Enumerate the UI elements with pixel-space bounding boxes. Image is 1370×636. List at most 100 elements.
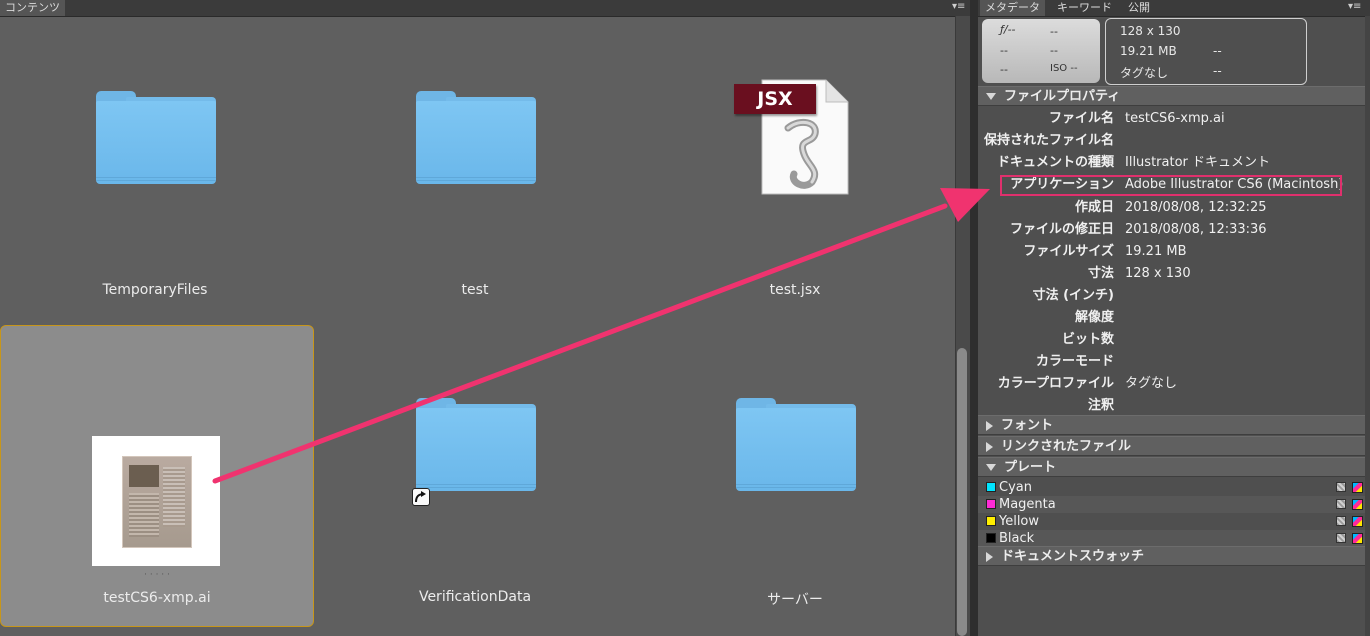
property-row: 寸法 128 x 130 [978, 263, 1370, 285]
item-label: TemporaryFiles [102, 282, 208, 298]
iso-value: ISO -- [1050, 63, 1078, 74]
property-value[interactable]: 128 x 130 [1125, 263, 1191, 285]
plate-preview-icon[interactable] [1336, 499, 1346, 509]
folder-icon [736, 398, 856, 491]
property-key: カラープロファイル [997, 376, 1114, 391]
plate-name: Yellow [999, 514, 1040, 529]
shutter-value: -- [1050, 25, 1058, 38]
property-row: 解像度 [978, 307, 1370, 329]
camera-data-box: ƒ/-- -- -- -- -- ISO -- [982, 19, 1100, 83]
size-value: 19.21 MB [1120, 44, 1177, 58]
property-key: カラーモード [1035, 354, 1114, 369]
grid-item-test[interactable]: test [320, 26, 630, 326]
collapse-triangle-icon [986, 441, 993, 452]
property-value[interactable]: testCS6-xmp.ai [1125, 108, 1225, 130]
tab-keywords[interactable]: キーワード [1052, 0, 1117, 16]
folder-icon [416, 91, 536, 184]
property-row: カラーモード [978, 351, 1370, 373]
item-label: サーバー [767, 592, 823, 608]
property-key: 保持されたファイル名 [983, 133, 1114, 148]
grid-item-server[interactable]: サーバー [640, 325, 950, 625]
content-scrollbar-thumb[interactable] [957, 348, 967, 636]
property-value[interactable]: タグなし [1125, 373, 1177, 395]
property-key: ファイルの修正日 [1009, 222, 1114, 237]
plate-separation-icon[interactable] [1352, 516, 1363, 527]
plate-row-black[interactable]: Black [978, 530, 1370, 547]
panel-divider[interactable] [970, 0, 978, 636]
section-file-properties[interactable]: ファイルプロパティ [978, 86, 1370, 106]
plate-row-magenta[interactable]: Magenta [978, 496, 1370, 513]
property-row: ビット数 [978, 329, 1370, 351]
property-value[interactable]: 2018/08/08, 12:33:36 [1125, 219, 1267, 241]
property-value[interactable]: Illustrator ドキュメント [1125, 152, 1270, 174]
tab-metadata[interactable]: メタデータ [980, 0, 1045, 16]
metadata-panel: メタデータ キーワード 公開 ▾≡ ƒ/-- -- -- -- -- ISO -… [978, 0, 1370, 636]
alias-arrow-icon [412, 488, 430, 506]
panel-menu-icon[interactable]: ▾≡ [1348, 1, 1361, 12]
ai-thumbnail [92, 436, 220, 566]
collapse-triangle-icon [986, 551, 993, 562]
plate-name: Magenta [999, 497, 1056, 512]
plate-preview-icon[interactable] [1336, 533, 1346, 543]
grid-item-testcs6-xmp-ai[interactable]: · · · · · testCS6-xmp.ai [0, 325, 314, 627]
section-plates[interactable]: プレート [978, 457, 1370, 477]
file-info-box: 128 x 130 19.21 MB -- タグなし -- [1105, 18, 1307, 85]
plate-preview-icon[interactable] [1336, 482, 1346, 492]
plate-separation-icon[interactable] [1352, 482, 1363, 493]
content-panel: コンテンツ ▾≡ TemporaryFiles test JSX test.js… [0, 0, 970, 636]
tab-publish[interactable]: 公開 [1123, 0, 1155, 16]
rating-dots[interactable]: · · · · · [1, 570, 313, 580]
grid-item-temporaryfiles[interactable]: TemporaryFiles [0, 26, 310, 326]
metadata-tabbar: メタデータ キーワード 公開 ▾≡ [978, 0, 1370, 17]
expand-triangle-icon [986, 93, 996, 100]
item-label: testCS6-xmp.ai [103, 590, 211, 606]
folder-icon [96, 91, 216, 184]
plate-preview-icon[interactable] [1336, 516, 1346, 526]
section-linked-files[interactable]: リンクされたファイル [978, 436, 1370, 456]
section-fonts[interactable]: フォント [978, 415, 1370, 435]
plate-name: Black [999, 531, 1035, 546]
jsx-badge: JSX [734, 84, 816, 114]
fstop-value: ƒ/-- [1000, 23, 1016, 36]
property-row: 作成日 2018/08/08, 12:32:25 [978, 197, 1370, 219]
size-extra: -- [1213, 44, 1222, 58]
plate-swatch [986, 482, 996, 492]
property-row: 寸法 (インチ) [978, 285, 1370, 307]
profile-value: タグなし [1120, 66, 1169, 80]
metadata-scrollbar[interactable] [1365, 16, 1370, 636]
expand-triangle-icon [986, 464, 996, 471]
property-row: ファイル名 testCS6-xmp.ai [978, 108, 1370, 130]
camera-value: -- [1000, 63, 1008, 76]
property-row: 保持されたファイル名 [978, 130, 1370, 152]
camera-value: -- [1050, 44, 1058, 57]
tab-content[interactable]: コンテンツ [0, 0, 65, 16]
plate-separation-icon[interactable] [1352, 533, 1363, 544]
plate-name: Cyan [999, 480, 1032, 495]
grid-item-verificationdata[interactable]: VerificationData [320, 325, 630, 625]
panel-menu-icon[interactable]: ▾≡ [952, 1, 965, 12]
property-row: カラープロファイル タグなし [978, 373, 1370, 395]
property-key: ドキュメントの種類 [996, 155, 1114, 170]
section-document-swatches[interactable]: ドキュメントスウォッチ [978, 546, 1370, 566]
property-key: 寸法 (インチ) [1032, 288, 1114, 303]
item-label: VerificationData [418, 589, 532, 605]
property-key: ビット数 [1061, 332, 1114, 347]
plate-row-yellow[interactable]: Yellow [978, 513, 1370, 530]
plate-swatch [986, 499, 996, 509]
property-key: 寸法 [1087, 266, 1114, 281]
content-tabbar: コンテンツ ▾≡ [0, 0, 970, 17]
property-value[interactable]: 19.21 MB [1125, 241, 1186, 263]
plate-separation-icon[interactable] [1352, 499, 1363, 510]
plate-swatch [986, 516, 996, 526]
property-key: ファイルサイズ [1023, 244, 1114, 259]
plate-swatch [986, 533, 996, 543]
property-value[interactable]: 2018/08/08, 12:32:25 [1125, 197, 1267, 219]
property-row: ファイルサイズ 19.21 MB [978, 241, 1370, 263]
jsx-file-icon: JSX [734, 78, 850, 196]
application-highlight-box [1000, 175, 1342, 196]
property-key: 解像度 [1074, 310, 1114, 325]
property-key: 作成日 [1074, 200, 1114, 215]
grid-item-test-jsx[interactable]: JSX test.jsx [640, 26, 950, 326]
profile-extra: -- [1213, 64, 1222, 78]
plate-row-cyan[interactable]: Cyan [978, 479, 1370, 496]
